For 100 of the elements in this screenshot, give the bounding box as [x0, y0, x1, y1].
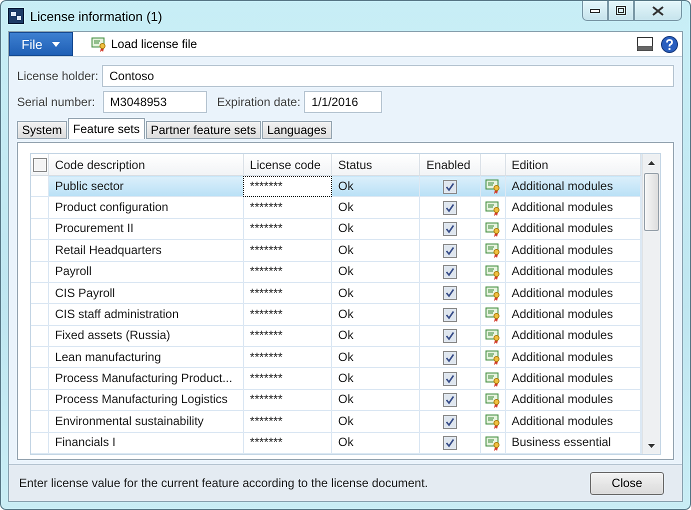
certificate-icon	[484, 264, 501, 280]
enabled-checkbox[interactable]	[443, 393, 458, 408]
table-cell: Ok	[332, 304, 420, 326]
enabled-checkbox[interactable]	[443, 180, 458, 194]
table-cell[interactable]: Procurement II	[48, 218, 244, 240]
scroll-up-icon[interactable]	[648, 160, 656, 164]
table-cell: Additional modules	[505, 282, 641, 304]
tab[interactable]: Feature sets	[68, 118, 145, 139]
maximize-button[interactable]	[608, 1, 634, 21]
table-cell[interactable]: Process Manufacturing Product...	[48, 368, 244, 390]
enabled-checkbox[interactable]	[443, 244, 458, 258]
table-cell[interactable]: Process Manufacturing Logistics	[48, 389, 244, 411]
table-cell: *******	[243, 389, 332, 411]
table-cell: *******	[243, 410, 332, 432]
enabled-checkbox[interactable]	[443, 436, 458, 450]
app-icon	[8, 8, 24, 24]
table-cell: Ok	[332, 325, 420, 346]
table-cell: Additional modules	[505, 176, 641, 197]
checkmark-icon	[445, 331, 456, 342]
checkmark-icon	[445, 438, 456, 448]
checkmark-icon	[445, 416, 456, 427]
expiration-date-field[interactable]: 1/1/2016	[304, 91, 382, 113]
table-cell[interactable]: Environmental sustainability	[48, 410, 244, 432]
table-cell: Ok	[332, 240, 420, 261]
checkmark-icon	[445, 395, 456, 406]
certificate-icon	[484, 220, 501, 237]
checkmark-icon	[445, 288, 456, 298]
table-cell[interactable]: CIS staff administration	[48, 304, 244, 326]
table-cell: Additional modules	[505, 410, 641, 432]
field-label: License holder:	[17, 69, 98, 83]
column-header[interactable]: Code description	[48, 154, 244, 176]
certificate-icon	[484, 285, 501, 302]
column-header[interactable]: Edition	[505, 154, 641, 176]
table-cell: Additional modules	[505, 304, 641, 326]
column-header[interactable]: Status	[332, 154, 420, 176]
table-cell: *******	[243, 346, 332, 368]
table-cell: Ok	[332, 196, 420, 218]
field-label: Expiration date:	[217, 95, 300, 109]
enabled-checkbox[interactable]	[443, 414, 458, 429]
enabled-checkbox[interactable]	[443, 350, 458, 365]
table-cell: Ok	[332, 218, 420, 240]
table-cell[interactable]: Financials I	[48, 432, 244, 454]
table-cell[interactable]: Fixed assets (Russia)	[48, 325, 244, 346]
tab[interactable]: System	[17, 121, 68, 139]
table-cell: Ok	[332, 389, 420, 411]
certificate-icon	[484, 200, 501, 216]
table-cell[interactable]: Retail Headquarters	[48, 240, 244, 261]
enabled-checkbox[interactable]	[443, 222, 458, 236]
table-cell: Ok	[332, 432, 420, 454]
certificate-icon	[484, 349, 501, 366]
checkmark-icon	[445, 310, 456, 320]
minimize-button[interactable]	[582, 1, 608, 21]
tab[interactable]: Languages	[262, 121, 332, 139]
column-header[interactable]: License code	[243, 154, 332, 176]
table-cell: *******	[243, 325, 332, 346]
file-menu-button[interactable]: File	[9, 32, 73, 56]
license-holder-field[interactable]: Contoso	[102, 65, 674, 87]
minimize-icon	[590, 8, 600, 12]
scrollbar-thumb[interactable]	[644, 173, 659, 231]
table-cell: Additional modules	[505, 261, 641, 282]
table-cell: Additional modules	[505, 389, 641, 411]
table-cell[interactable]: Payroll	[48, 261, 244, 282]
certificate-icon	[484, 306, 501, 322]
certificate-icon	[484, 370, 501, 387]
caret-icon	[52, 42, 60, 46]
close-window-button[interactable]	[634, 1, 682, 21]
enabled-checkbox[interactable]	[443, 329, 458, 344]
table-cell[interactable]: CIS Payroll	[48, 282, 244, 304]
field-label: Serial number:	[17, 95, 96, 109]
table-cell: *******	[243, 304, 332, 326]
enabled-checkbox[interactable]	[443, 372, 458, 386]
select-all-checkbox[interactable]	[33, 158, 47, 172]
serial-number-field[interactable]: M3048953	[103, 91, 208, 113]
checkmark-icon	[445, 202, 456, 213]
table-cell: *******	[243, 368, 332, 390]
scroll-down-icon[interactable]	[648, 444, 656, 448]
table-cell[interactable]: Product configuration	[48, 196, 244, 218]
certificate-icon	[484, 328, 501, 344]
column-header[interactable]: Enabled	[420, 154, 480, 176]
enabled-checkbox[interactable]	[443, 200, 458, 215]
table-cell: *******	[243, 176, 332, 197]
table-cell[interactable]: Public sector	[48, 176, 244, 197]
table-cell: Ok	[332, 176, 420, 197]
table-cell: *******	[243, 240, 332, 261]
enabled-checkbox[interactable]	[443, 265, 458, 280]
close-button[interactable]: Close	[590, 472, 664, 494]
enabled-checkbox[interactable]	[443, 308, 458, 322]
tab[interactable]: Partner feature sets	[146, 121, 262, 139]
table-cell: *******	[243, 261, 332, 282]
restore-icon	[616, 6, 626, 15]
certificate-icon	[484, 413, 501, 430]
certificate-icon	[484, 434, 501, 451]
checkmark-icon	[445, 246, 456, 256]
table-cell: Additional modules	[505, 346, 641, 368]
load-license-button[interactable]: Load license file	[87, 33, 202, 55]
table-cell: Ok	[332, 368, 420, 390]
scrollbar[interactable]	[642, 154, 660, 454]
enabled-checkbox[interactable]	[443, 286, 458, 300]
table-cell[interactable]: Lean manufacturing	[48, 346, 244, 368]
checkmark-icon	[445, 267, 456, 278]
